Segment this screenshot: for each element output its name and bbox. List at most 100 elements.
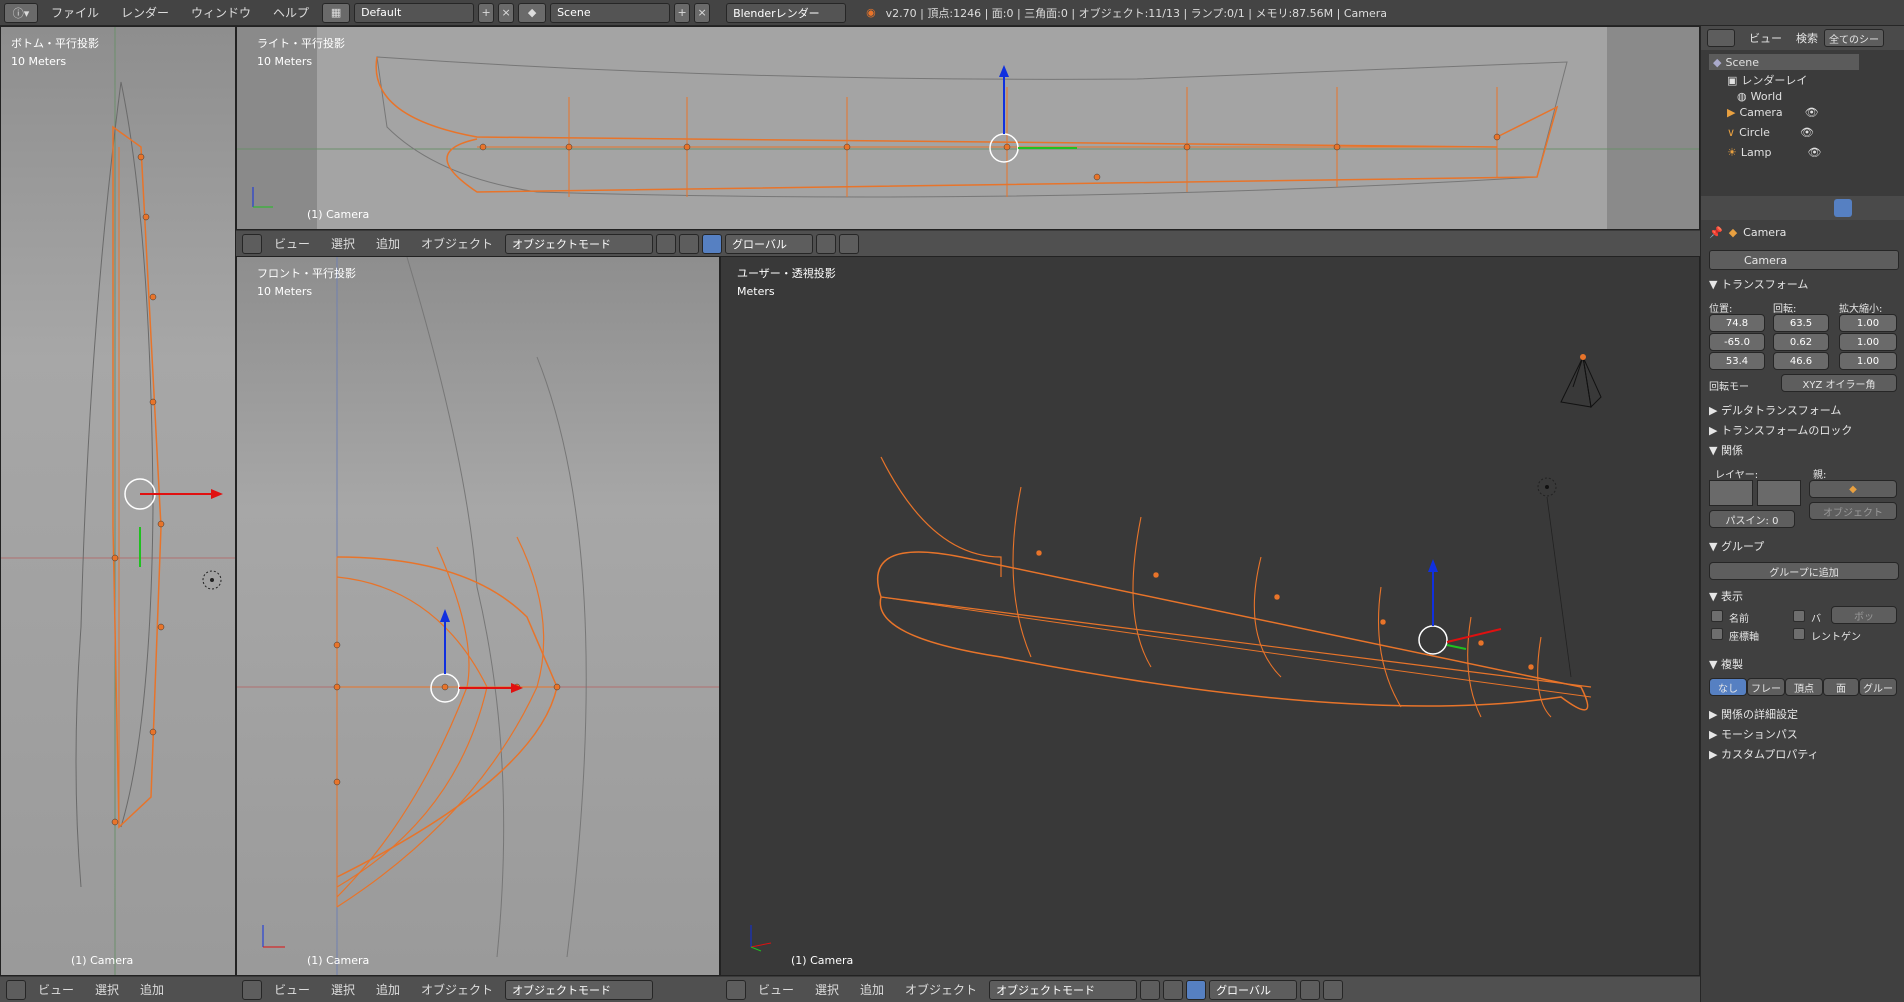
scale-y-field[interactable]: 1.00 bbox=[1839, 333, 1897, 351]
scale-z-field[interactable]: 1.00 bbox=[1839, 352, 1897, 370]
name-checkbox[interactable] bbox=[1711, 610, 1723, 622]
section-custom-properties[interactable]: ▶ カスタムプロパティ bbox=[1709, 746, 1819, 762]
section-groups[interactable]: ▼ グループ bbox=[1709, 538, 1764, 554]
outliner-item-circle[interactable]: ∨ Circle 👁 bbox=[1727, 124, 1814, 140]
menu-file[interactable]: ファイル bbox=[42, 4, 108, 21]
layers-icon[interactable] bbox=[816, 233, 837, 254]
parent-field[interactable]: ◆ bbox=[1809, 480, 1897, 498]
visibility-eye-icon[interactable]: 👁 bbox=[1805, 106, 1819, 119]
snap-icon[interactable] bbox=[839, 233, 860, 254]
section-motion-paths[interactable]: ▶ モーションパス bbox=[1709, 726, 1798, 742]
object-tab-icon[interactable] bbox=[1834, 199, 1852, 217]
xray-checkbox[interactable] bbox=[1793, 628, 1805, 640]
layout-field[interactable]: Default bbox=[354, 2, 475, 23]
layers-icon[interactable] bbox=[1300, 979, 1321, 1000]
editor-type-icon[interactable] bbox=[242, 979, 262, 1000]
mode-select[interactable]: オブジェクトモード bbox=[505, 979, 654, 1000]
menu-add[interactable]: 追加 bbox=[367, 981, 409, 998]
menu-help[interactable]: ヘルプ bbox=[264, 4, 318, 21]
visibility-eye-icon[interactable]: 👁 bbox=[1807, 146, 1821, 159]
scene-icon[interactable]: ◆ bbox=[518, 2, 547, 23]
dupli-frames-button[interactable]: フレー bbox=[1747, 678, 1785, 696]
viewport-bottom[interactable]: ボトム・平行投影 10 Meters (1) Camera bbox=[0, 26, 236, 976]
outliner-editor-icon[interactable] bbox=[1707, 29, 1735, 47]
menu-object[interactable]: オブジェクト bbox=[896, 981, 986, 998]
menu-object[interactable]: オブジェクト bbox=[412, 235, 502, 252]
bounds-type-select[interactable]: ボッ bbox=[1831, 606, 1897, 624]
menu-add[interactable]: 追加 bbox=[851, 981, 893, 998]
location-z-field[interactable]: 53.4 bbox=[1709, 352, 1765, 370]
viewport-front[interactable]: フロント・平行投影 10 Meters (1) Camera bbox=[236, 256, 720, 976]
properties-tabs[interactable] bbox=[1701, 196, 1904, 220]
section-relations-extras[interactable]: ▶ 関係の詳細設定 bbox=[1709, 706, 1798, 722]
menu-window[interactable]: ウィンドウ bbox=[182, 4, 260, 21]
dupli-group-button[interactable]: グルー bbox=[1859, 678, 1897, 696]
layer-grid-b[interactable] bbox=[1757, 480, 1801, 506]
snap-icon[interactable] bbox=[1323, 979, 1344, 1000]
menu-view[interactable]: ビュー bbox=[749, 981, 803, 998]
menu-select[interactable]: 選択 bbox=[86, 981, 128, 998]
editor-type-icon[interactable] bbox=[242, 233, 262, 254]
object-name-field[interactable]: Camera bbox=[1709, 250, 1899, 270]
scene-field[interactable]: Scene bbox=[550, 2, 671, 23]
menu-view[interactable]: ビュー bbox=[265, 981, 319, 998]
editor-type-icon[interactable] bbox=[726, 979, 746, 1000]
orientation-select[interactable]: グローバル bbox=[1209, 979, 1298, 1000]
menu-render[interactable]: レンダー bbox=[112, 4, 178, 21]
remove-scene-icon[interactable]: × bbox=[694, 2, 711, 23]
outliner-item-lamp[interactable]: ☀ Lamp 👁 bbox=[1727, 144, 1821, 160]
rotation-x-field[interactable]: 63.5 bbox=[1773, 314, 1829, 332]
scale-x-field[interactable]: 1.00 bbox=[1839, 314, 1897, 332]
viewport-user[interactable]: ユーザー・透視投影 Meters (1) Camera bbox=[720, 256, 1700, 976]
add-scene-icon[interactable]: + bbox=[674, 2, 691, 23]
location-y-field[interactable]: -65.0 bbox=[1709, 333, 1765, 351]
location-x-field[interactable]: 74.8 bbox=[1709, 314, 1765, 332]
menu-object[interactable]: オブジェクト bbox=[412, 981, 502, 998]
menu-view[interactable]: ビュー bbox=[265, 235, 319, 252]
section-display[interactable]: ▼ 表示 bbox=[1709, 588, 1743, 604]
shading-icon[interactable] bbox=[656, 233, 677, 254]
info-editor-icon[interactable]: ⓘ▾ bbox=[4, 2, 38, 23]
pivot-icon[interactable] bbox=[679, 233, 700, 254]
render-engine-select[interactable]: Blenderレンダー bbox=[726, 2, 847, 23]
parent-type-select[interactable]: オブジェクト bbox=[1809, 502, 1897, 520]
layout-icon[interactable]: ▦ bbox=[322, 2, 351, 23]
mode-select[interactable]: オブジェクトモード bbox=[989, 979, 1138, 1000]
section-delta-transform[interactable]: ▶ デルタトランスフォーム bbox=[1709, 402, 1841, 418]
add-to-group-button[interactable]: グループに追加 bbox=[1709, 562, 1899, 580]
section-relations[interactable]: ▼ 関係 bbox=[1709, 442, 1743, 458]
menu-select[interactable]: 選択 bbox=[322, 235, 364, 252]
dupli-faces-button[interactable]: 面 bbox=[1823, 678, 1859, 696]
outliner-item-scene[interactable]: ◆ Scene bbox=[1709, 54, 1859, 70]
remove-layout-icon[interactable]: × bbox=[498, 2, 515, 23]
menu-add[interactable]: 追加 bbox=[367, 235, 409, 252]
editor-type-icon[interactable] bbox=[6, 979, 26, 1000]
section-duplication[interactable]: ▼ 複製 bbox=[1709, 656, 1743, 672]
outliner-filter-select[interactable]: 全てのシー bbox=[1824, 29, 1884, 47]
menu-select[interactable]: 選択 bbox=[806, 981, 848, 998]
manipulator-icon[interactable] bbox=[702, 233, 723, 254]
outliner-item-camera[interactable]: ▶ Camera 👁 bbox=[1727, 104, 1819, 120]
menu-select[interactable]: 選択 bbox=[322, 981, 364, 998]
rotation-z-field[interactable]: 46.6 bbox=[1773, 352, 1829, 370]
menu-add[interactable]: 追加 bbox=[131, 981, 173, 998]
outliner-item-renderlayers[interactable]: ▣ レンダーレイ bbox=[1727, 72, 1807, 88]
viewport-right[interactable]: ライト・平行投影 10 Meters (1) Camera bbox=[236, 26, 1700, 230]
dupli-none-button[interactable]: なし bbox=[1709, 678, 1747, 696]
section-transform[interactable]: ▼ トランスフォーム bbox=[1709, 276, 1808, 292]
shading-icon[interactable] bbox=[1140, 979, 1161, 1000]
mode-select[interactable]: オブジェクトモード bbox=[505, 233, 654, 254]
pivot-icon[interactable] bbox=[1163, 979, 1184, 1000]
rotation-mode-select[interactable]: XYZ オイラー角 bbox=[1781, 374, 1897, 392]
axis-checkbox[interactable] bbox=[1711, 628, 1723, 640]
dupli-verts-button[interactable]: 頂点 bbox=[1785, 678, 1823, 696]
outliner-menu-search[interactable]: 検索 bbox=[1796, 30, 1818, 46]
layer-grid-a[interactable] bbox=[1709, 480, 1753, 506]
orientation-select[interactable]: グローバル bbox=[725, 233, 814, 254]
outliner-item-world[interactable]: ◍ World bbox=[1737, 88, 1782, 104]
add-layout-icon[interactable]: + bbox=[478, 2, 495, 23]
bounds-checkbox[interactable] bbox=[1793, 610, 1805, 622]
outliner-menu-view[interactable]: ビュー bbox=[1741, 30, 1790, 46]
manipulator-icon[interactable] bbox=[1186, 979, 1207, 1000]
section-transform-lock[interactable]: ▶ トランスフォームのロック bbox=[1709, 422, 1852, 438]
